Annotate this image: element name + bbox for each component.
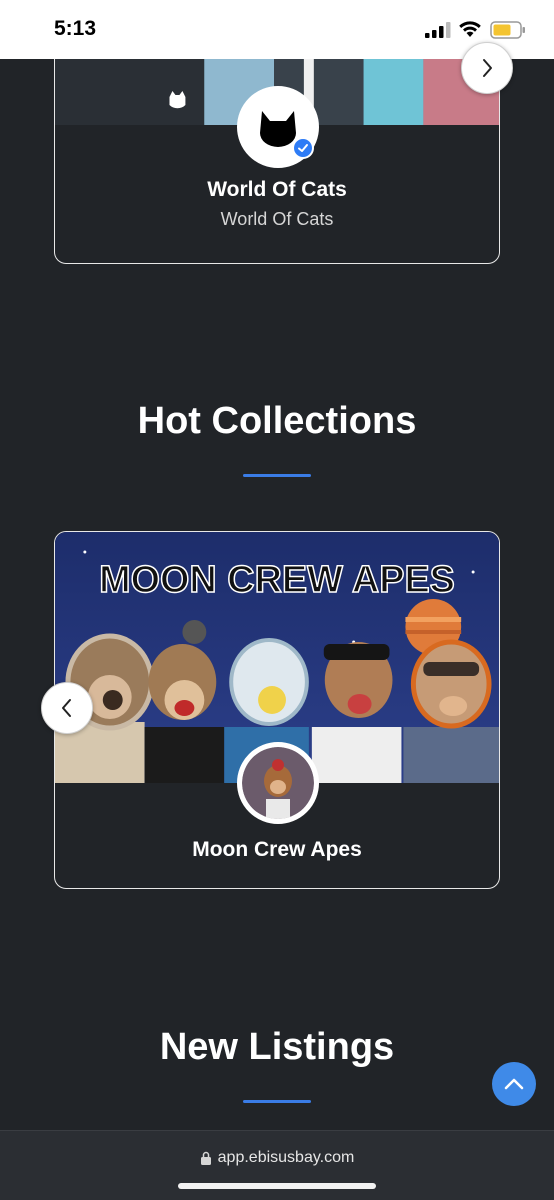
featured-collection-card[interactable]: World Of Cats World Of Cats <box>54 59 500 264</box>
ape-avatar-image <box>242 747 314 819</box>
scroll-to-top-button[interactable] <box>492 1062 536 1106</box>
home-indicator <box>178 1183 376 1189</box>
chevron-left-icon <box>62 699 71 717</box>
banner-title-text: MOON CREW APES <box>99 559 455 601</box>
hot-collections-heading: Hot Collections <box>137 400 417 442</box>
carousel-next-button[interactable] <box>461 42 513 94</box>
browser-address-bar[interactable]: app.ebisusbay.com <box>0 1130 554 1200</box>
wifi-icon <box>459 21 481 37</box>
new-listings-underline <box>243 1100 311 1103</box>
featured-collection-title[interactable]: World Of Cats <box>55 178 499 202</box>
hot-collection-card[interactable]: MOON CREW APES Moon Crew Apes <box>54 531 500 889</box>
hot-collections-underline <box>243 474 311 477</box>
verified-badge <box>292 137 314 159</box>
chevron-right-icon <box>483 59 492 77</box>
cellular-signal-icon <box>425 22 451 38</box>
status-time: 5:13 <box>54 17 97 40</box>
url-text[interactable]: app.ebisusbay.com <box>218 1149 355 1167</box>
chevron-up-icon <box>504 1078 524 1090</box>
new-listings-heading: New Listings <box>159 1026 395 1068</box>
moon-crew-apes-avatar <box>237 742 319 824</box>
carousel-prev-button[interactable] <box>41 682 93 734</box>
hot-collection-title[interactable]: Moon Crew Apes <box>55 838 499 862</box>
featured-collection-subtitle: World Of Cats <box>220 209 334 229</box>
url-container[interactable]: app.ebisusbay.com <box>0 1149 554 1167</box>
lock-icon <box>200 1151 211 1165</box>
battery-icon <box>490 21 525 39</box>
check-icon <box>298 144 308 152</box>
